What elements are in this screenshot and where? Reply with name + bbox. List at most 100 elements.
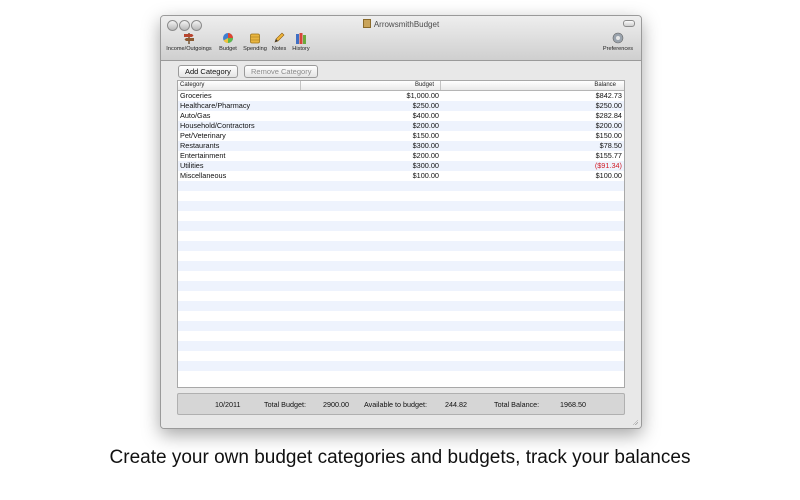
empty-table-row[interactable] — [178, 221, 624, 231]
header-balance[interactable]: Balance — [594, 82, 616, 88]
toolbar-label-income-outgoings: Income/Outgoings — [166, 46, 212, 52]
balance-cell: $150.00 — [595, 131, 622, 140]
budget-cell: $400.00 — [412, 111, 439, 120]
toolbar-label-spending: Spending — [243, 46, 267, 52]
empty-table-row[interactable] — [178, 241, 624, 251]
category-cell: Miscellaneous — [180, 171, 227, 180]
resize-grip[interactable] — [632, 419, 638, 425]
pencil-icon — [274, 32, 285, 43]
table-row[interactable]: Pet/Veterinary $150.00 $150.00 — [178, 131, 624, 141]
available-label: Available to budget: — [364, 400, 428, 409]
balance-cell: $282.84 — [595, 111, 622, 120]
header-category[interactable]: Category — [180, 82, 204, 88]
empty-table-row[interactable] — [178, 331, 624, 341]
total-balance-label: Total Balance: — [494, 400, 540, 409]
empty-table-row[interactable] — [178, 231, 624, 241]
balance-cell: $200.00 — [595, 121, 622, 130]
main-content: Add Category Remove Category Category Bu… — [161, 61, 641, 428]
balance-cell: ($91.34) — [594, 161, 622, 170]
toolbar-label-preferences: Preferences — [602, 46, 634, 52]
total-budget-value: 2900.00 — [323, 400, 349, 409]
available-value: 244.82 — [445, 400, 467, 409]
toolbar-item-notes[interactable]: Notes — [270, 32, 288, 52]
pie-chart-icon — [223, 33, 233, 44]
total-balance-value: 1968.50 — [560, 400, 586, 409]
category-table: Category Budget Balance Groceries $1,000.… — [177, 80, 625, 388]
table-row[interactable]: Entertainment $200.00 $155.77 — [178, 151, 624, 161]
toolbar-item-preferences[interactable]: Preferences — [599, 32, 637, 52]
category-cell: Auto/Gas — [180, 111, 211, 120]
table-row[interactable]: Groceries $1,000.00 $842.73 — [178, 91, 624, 101]
document-icon — [362, 19, 371, 28]
table-row[interactable]: Household/Contractors $200.00 $200.00 — [178, 121, 624, 131]
category-cell: Healthcare/Pharmacy — [180, 101, 251, 110]
empty-table-row[interactable] — [178, 351, 624, 361]
balance-cell: $78.50 — [599, 141, 622, 150]
window-title: ArrowsmithBudget — [373, 20, 440, 29]
category-cell: Entertainment — [180, 151, 226, 160]
table-row[interactable]: Healthcare/Pharmacy $250.00 $250.00 — [178, 101, 624, 111]
category-cell: Restaurants — [180, 141, 220, 150]
table-row[interactable]: Miscellaneous $100.00 $100.00 — [178, 171, 624, 181]
category-cell: Groceries — [180, 91, 212, 100]
books-icon — [296, 33, 306, 44]
budget-cell: $1,000.00 — [406, 91, 439, 100]
toolbar-label-history: History — [292, 46, 310, 52]
table-row[interactable]: Auto/Gas $400.00 $282.84 — [178, 111, 624, 121]
empty-table-row[interactable] — [178, 341, 624, 351]
empty-table-row[interactable] — [178, 301, 624, 311]
budget-cell: $300.00 — [412, 141, 439, 150]
add-category-button[interactable]: Add Category — [178, 65, 238, 78]
budget-cell: $200.00 — [412, 121, 439, 130]
category-cell: Utilities — [180, 161, 204, 170]
empty-table-row[interactable] — [178, 291, 624, 301]
balance-cell: $842.73 — [595, 91, 622, 100]
coins-icon — [250, 33, 260, 44]
table-row[interactable]: Restaurants $300.00 $78.50 — [178, 141, 624, 151]
empty-table-row[interactable] — [178, 191, 624, 201]
toolbar-item-history[interactable]: History — [289, 32, 313, 52]
empty-table-row[interactable] — [178, 211, 624, 221]
remove-category-button[interactable]: Remove Category — [244, 65, 319, 78]
title-bar: ArrowsmithBudget Income/Outgoings Budget — [161, 16, 641, 61]
empty-table-row[interactable] — [178, 281, 624, 291]
table-row[interactable]: Utilities $300.00 ($91.34) — [178, 161, 624, 171]
balance-cell: $100.00 — [595, 171, 622, 180]
window-title-wrap: ArrowsmithBudget — [161, 19, 641, 29]
category-cell: Household/Contractors — [180, 121, 255, 130]
gear-icon — [612, 32, 624, 44]
budget-cell: $200.00 — [412, 151, 439, 160]
budget-cell: $300.00 — [412, 161, 439, 170]
budget-cell: $100.00 — [412, 171, 439, 180]
header-budget[interactable]: Budget — [415, 82, 434, 88]
toolbar-item-spending[interactable]: Spending — [241, 32, 269, 52]
period-label: 10/2011 — [215, 400, 241, 409]
app-window: ArrowsmithBudget Income/Outgoings Budget — [160, 15, 642, 429]
signpost-icon — [184, 33, 194, 44]
toolbar-item-budget[interactable]: Budget — [217, 32, 239, 52]
empty-table-row[interactable] — [178, 181, 624, 191]
marketing-caption: Create your own budget categories and bu… — [109, 447, 691, 468]
toolbar-toggle-button[interactable] — [623, 20, 635, 27]
toolbar-item-income-outgoings[interactable]: Income/Outgoings — [165, 32, 213, 52]
empty-table-row[interactable] — [178, 201, 624, 211]
balance-cell: $155.77 — [595, 151, 622, 160]
empty-table-row[interactable] — [178, 261, 624, 271]
column-divider[interactable] — [440, 81, 441, 90]
balance-cell: $250.00 — [595, 101, 622, 110]
table-header: Category Budget Balance — [178, 81, 624, 91]
empty-table-row[interactable] — [178, 311, 624, 321]
toolbar-label-budget: Budget — [219, 46, 237, 52]
budget-cell: $250.00 — [412, 101, 439, 110]
empty-table-row[interactable] — [178, 251, 624, 261]
empty-table-row[interactable] — [178, 371, 624, 381]
summary-bar: 10/2011 Total Budget: 2900.00 Available … — [177, 393, 625, 415]
column-divider[interactable] — [300, 81, 301, 90]
category-cell: Pet/Veterinary — [180, 131, 226, 140]
toolbar-label-notes: Notes — [271, 46, 287, 52]
empty-table-row[interactable] — [178, 271, 624, 281]
empty-table-row[interactable] — [178, 361, 624, 371]
total-budget-label: Total Budget: — [264, 400, 306, 409]
budget-cell: $150.00 — [412, 131, 439, 140]
empty-table-row[interactable] — [178, 321, 624, 331]
